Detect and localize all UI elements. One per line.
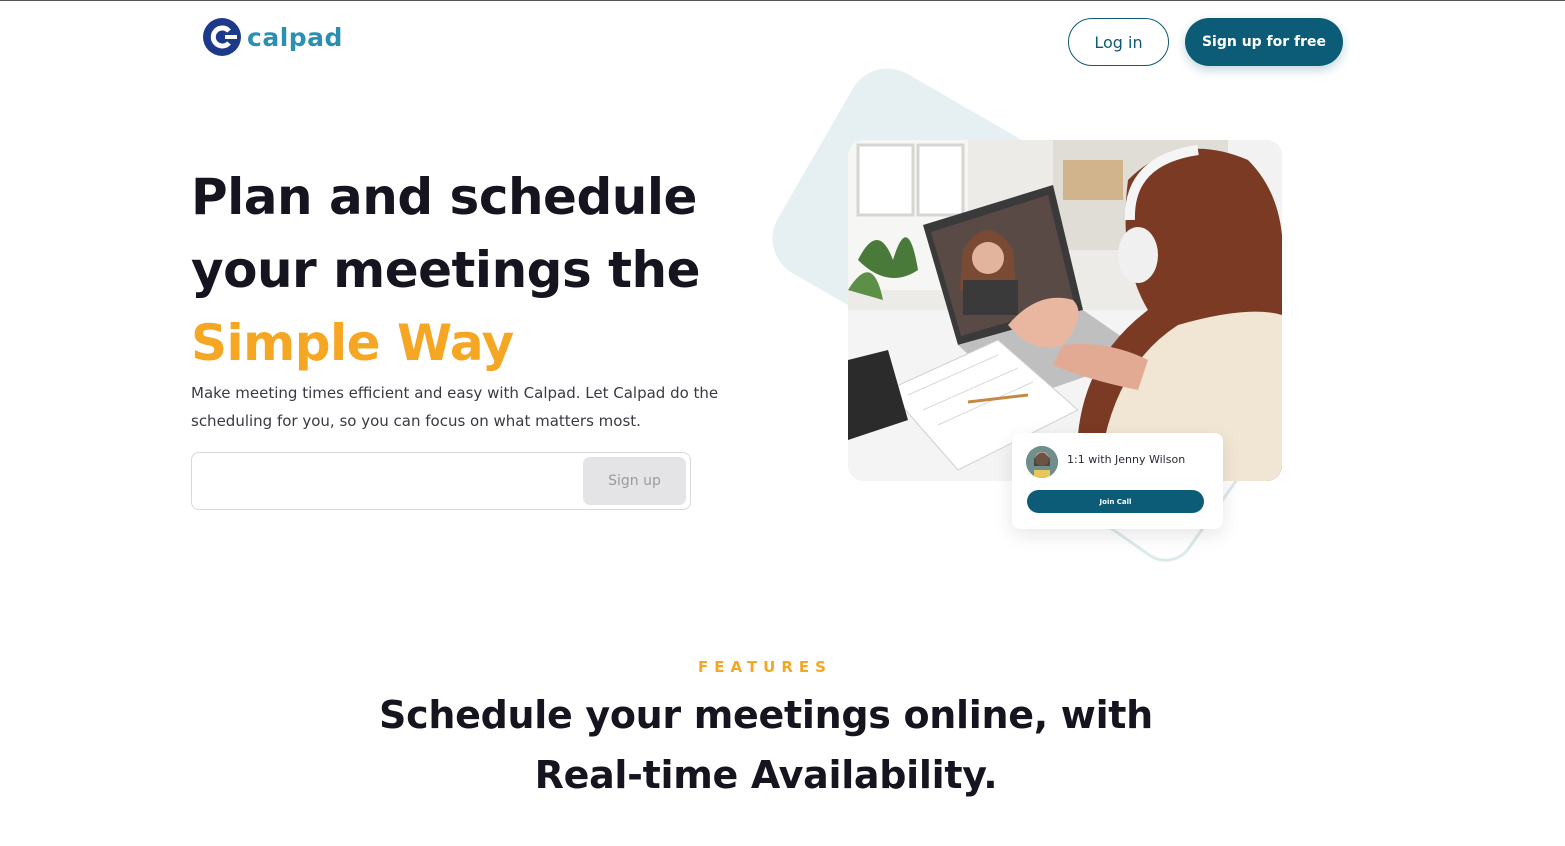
hero-description: Make meeting times efficient and easy wi… (191, 384, 719, 430)
calpad-logo-icon (203, 18, 241, 56)
signup-free-button[interactable]: Sign up for free (1185, 18, 1343, 66)
hero-title-line-2: your meetings the (191, 241, 701, 299)
features-heading-line-1: Schedule your meetings online, with (379, 693, 1153, 737)
signup-button[interactable]: Sign up (583, 457, 686, 505)
login-button[interactable]: Log in (1068, 18, 1169, 66)
features-eyebrow: FEATURES (698, 658, 832, 676)
avatar (1026, 446, 1058, 478)
features-heading-line-2: Real-time Availability. (534, 753, 998, 797)
logo-text: calpad (247, 22, 343, 52)
hero-title-accent: Simple Way (191, 314, 514, 372)
avatar-icon (1026, 446, 1058, 478)
call-title: 1:1 with Jenny Wilson (1067, 453, 1186, 466)
hero-photo (848, 140, 1282, 481)
join-call-button[interactable]: Join Call (1027, 490, 1204, 513)
signup-form: Sign up (191, 452, 691, 510)
features-heading: Schedule your meetings online, with Real… (0, 685, 1532, 805)
call-card: 1:1 with Jenny Wilson Join Call (1012, 433, 1223, 529)
hero-title-line-1: Plan and schedule (191, 168, 697, 226)
logo[interactable]: calpad (203, 18, 343, 56)
video-call-illustration (848, 140, 1282, 481)
email-input[interactable] (202, 461, 582, 501)
hero-title: Plan and schedule your meetings the Simp… (191, 161, 791, 380)
